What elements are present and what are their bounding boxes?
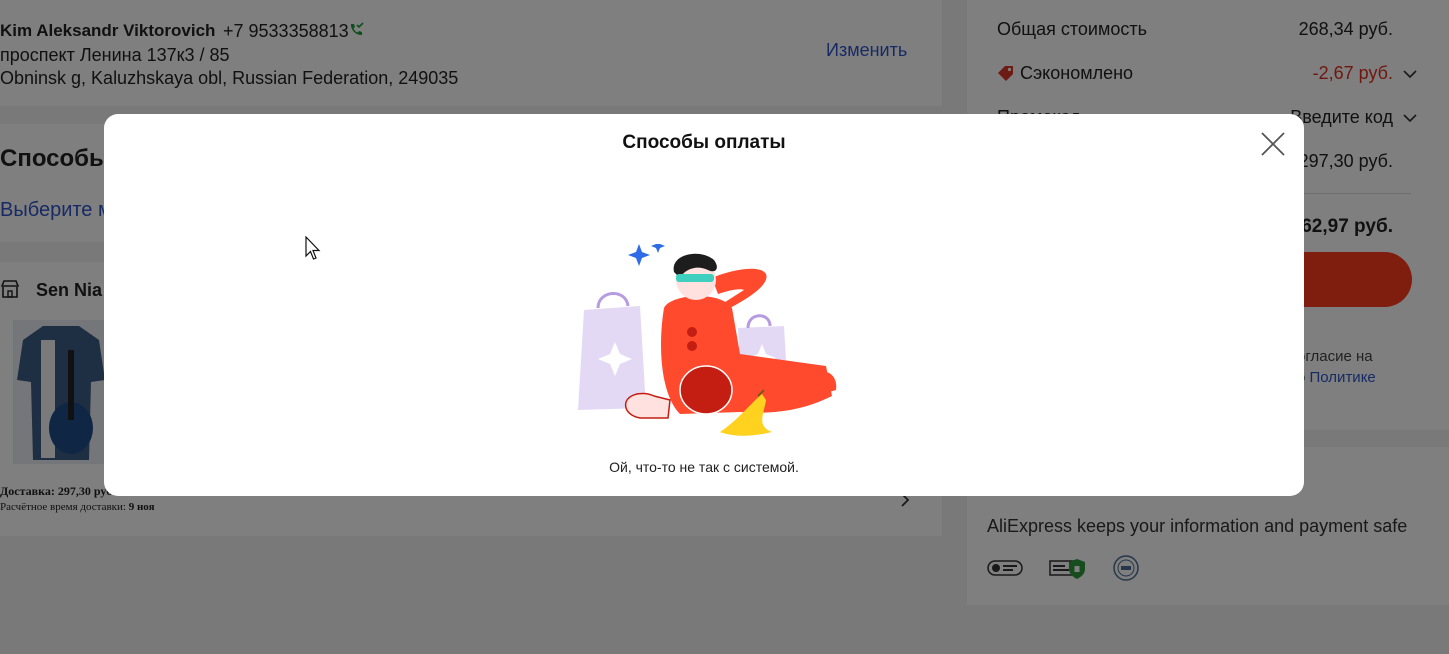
error-illustration xyxy=(578,244,837,436)
payment-methods-modal: Способы оплаты Ой, что-то не так с систе… xyxy=(104,114,1304,496)
error-message: Ой, что-то не так с системой. xyxy=(609,459,799,475)
close-icon[interactable] xyxy=(1260,131,1286,157)
modal-title: Способы оплаты xyxy=(622,132,786,153)
mouse-cursor-icon xyxy=(305,236,321,260)
